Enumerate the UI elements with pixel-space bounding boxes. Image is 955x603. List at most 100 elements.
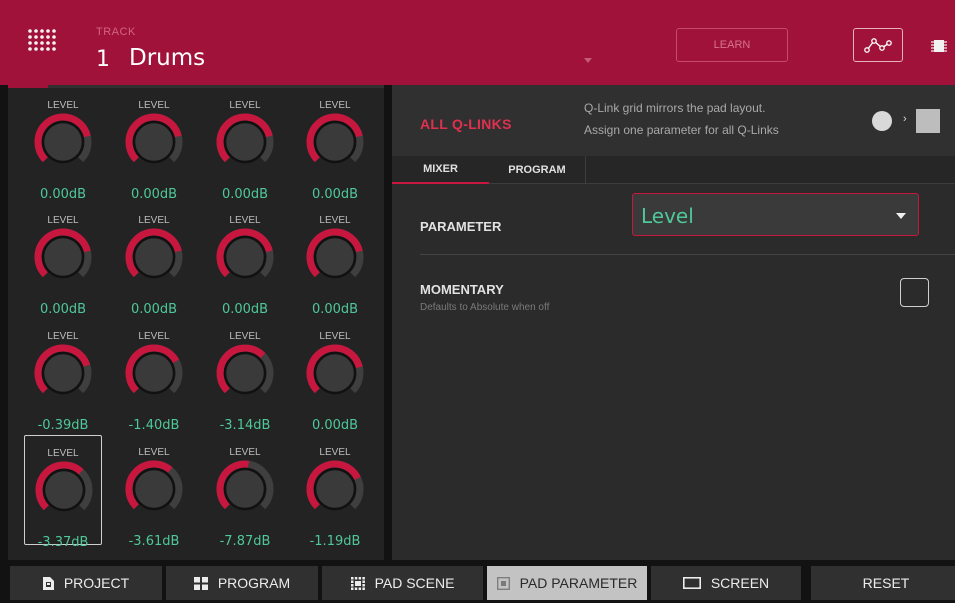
momentary-label: MOMENTARY — [420, 282, 504, 297]
screen-button-label: SCREEN — [710, 575, 770, 591]
parameter-label: PARAMETER — [420, 219, 502, 234]
knob-icon[interactable] — [124, 112, 184, 172]
knob-value: 0.00dB — [130, 302, 178, 317]
divider — [420, 254, 955, 255]
knob-body — [313, 351, 357, 395]
parameter-select[interactable]: Level — [632, 193, 919, 236]
qlink-knob[interactable]: LEVEL -3.14dB — [206, 319, 284, 433]
knob-value: -0.39dB — [37, 418, 89, 433]
qlink-knob[interactable]: LEVEL 0.00dB — [296, 88, 374, 202]
pad-scene-button[interactable]: PAD SCENE — [322, 566, 483, 600]
program-button[interactable]: PROGRAM — [166, 566, 318, 600]
knob-label: LEVEL — [229, 447, 261, 458]
knob-icon[interactable] — [33, 227, 93, 287]
qlink-knob[interactable]: LEVEL 0.00dB — [115, 88, 193, 202]
knob-icon[interactable] — [33, 112, 93, 172]
track-number[interactable]: 1 — [96, 47, 110, 72]
knob-icon[interactable] — [33, 343, 93, 403]
knob-icon[interactable] — [215, 227, 275, 287]
qlink-knob[interactable]: LEVEL -3.61dB — [115, 435, 193, 549]
knob-label: LEVEL — [47, 448, 79, 459]
program-button-label: PROGRAM — [217, 575, 291, 591]
qlink-knob[interactable]: LEVEL 0.00dB — [296, 319, 374, 433]
parameter-select-value: Level — [641, 204, 694, 228]
knob-body — [313, 467, 357, 511]
knob-icon[interactable] — [215, 112, 275, 172]
qlink-knob[interactable]: LEVEL 0.00dB — [115, 203, 193, 317]
qlink-knob-grid: LEVEL 0.00dB LEVEL 0.00dB LEVEL 0.00dB LEVEL 0.… — [8, 85, 384, 560]
knob-value: -3.37dB — [37, 535, 89, 550]
qlink-knob[interactable]: LEVEL -3.37dB — [24, 435, 102, 550]
project-icon — [42, 576, 54, 590]
momentary-checkbox[interactable] — [900, 278, 929, 307]
knob-label: LEVEL — [138, 331, 170, 342]
reset-button[interactable]: RESET — [811, 566, 955, 600]
knob-value: -1.40dB — [128, 418, 180, 433]
qlink-knob[interactable]: LEVEL -0.39dB — [24, 319, 102, 433]
track-name[interactable]: Drums — [129, 45, 205, 71]
qlink-knob[interactable]: LEVEL 0.00dB — [206, 203, 284, 317]
pad-grid-icon[interactable] — [22, 22, 62, 62]
tab-program[interactable]: PROGRAM — [489, 156, 586, 184]
knob-icon[interactable] — [305, 343, 365, 403]
pad-mode-square-icon[interactable] — [916, 109, 940, 133]
knob-icon[interactable] — [305, 459, 365, 519]
knob-value: 0.00dB — [221, 187, 269, 202]
qlink-knob[interactable]: LEVEL 0.00dB — [24, 203, 102, 317]
automation-button[interactable] — [853, 28, 903, 62]
qlink-mode-description-2: Assign one parameter for all Q-Links — [584, 123, 779, 137]
knob-icon[interactable] — [215, 343, 275, 403]
program-icon — [193, 576, 208, 590]
momentary-description: Defaults to Absolute when off — [420, 302, 550, 313]
qlink-knob[interactable]: LEVEL 0.00dB — [296, 203, 374, 317]
knob-value: 0.00dB — [221, 302, 269, 317]
knob-label: LEVEL — [138, 100, 170, 111]
knob-value: -7.87dB — [219, 534, 271, 549]
knob-body — [132, 235, 176, 279]
parameter-tabs: MIXER PROGRAM — [392, 156, 955, 184]
screen-button[interactable]: SCREEN — [651, 566, 801, 600]
knob-icon[interactable] — [305, 112, 365, 172]
knob-label: LEVEL — [138, 215, 170, 226]
qlink-mode-title: ALL Q-LINKS — [420, 116, 512, 132]
knob-label: LEVEL — [319, 100, 351, 111]
knob-label: LEVEL — [229, 331, 261, 342]
qlink-knob[interactable]: LEVEL -1.40dB — [115, 319, 193, 433]
knob-label: LEVEL — [229, 215, 261, 226]
qlink-knob[interactable]: LEVEL 0.00dB — [24, 88, 102, 202]
automation-icon — [864, 38, 892, 53]
knob-icon[interactable] — [124, 227, 184, 287]
qlink-settings-panel: ALL Q-LINKS Q-Link grid mirrors the pad … — [392, 85, 955, 560]
knob-icon[interactable] — [305, 227, 365, 287]
track-label: TRACK — [96, 26, 136, 38]
learn-button[interactable]: LEARN — [676, 28, 788, 62]
qlink-knob[interactable]: LEVEL -1.19dB — [296, 435, 374, 549]
chip-icon[interactable] — [931, 38, 947, 59]
knob-label: LEVEL — [229, 100, 261, 111]
knob-value: 0.00dB — [130, 187, 178, 202]
knob-body — [223, 235, 267, 279]
chevron-right-icon: › — [903, 113, 907, 125]
pad-parameter-button[interactable]: PAD PARAMETER — [487, 566, 647, 600]
knob-body — [41, 351, 85, 395]
qlink-mode-header: ALL Q-LINKS Q-Link grid mirrors the pad … — [392, 85, 955, 156]
track-dropdown-arrow-icon[interactable] — [584, 58, 592, 63]
top-bar: TRACK 1 Drums LEARN — [0, 0, 955, 85]
tab-mixer[interactable]: MIXER — [392, 156, 489, 184]
knob-value: 0.00dB — [311, 187, 359, 202]
knob-body — [41, 235, 85, 279]
knob-body — [223, 467, 267, 511]
qlink-knob[interactable]: LEVEL 0.00dB — [206, 88, 284, 202]
knob-mode-circle-icon[interactable] — [872, 111, 892, 131]
knob-icon[interactable] — [124, 343, 184, 403]
project-button-label: PROJECT — [63, 575, 130, 591]
knob-icon[interactable] — [124, 459, 184, 519]
qlink-knob[interactable]: LEVEL -7.87dB — [206, 435, 284, 549]
reset-button-label: RESET — [862, 575, 910, 591]
pad-parameter-icon — [496, 576, 510, 590]
project-button[interactable]: PROJECT — [10, 566, 162, 600]
knob-icon[interactable] — [215, 459, 275, 519]
chevron-down-icon — [896, 213, 906, 219]
knob-icon[interactable] — [34, 460, 94, 520]
knob-body — [313, 120, 357, 164]
